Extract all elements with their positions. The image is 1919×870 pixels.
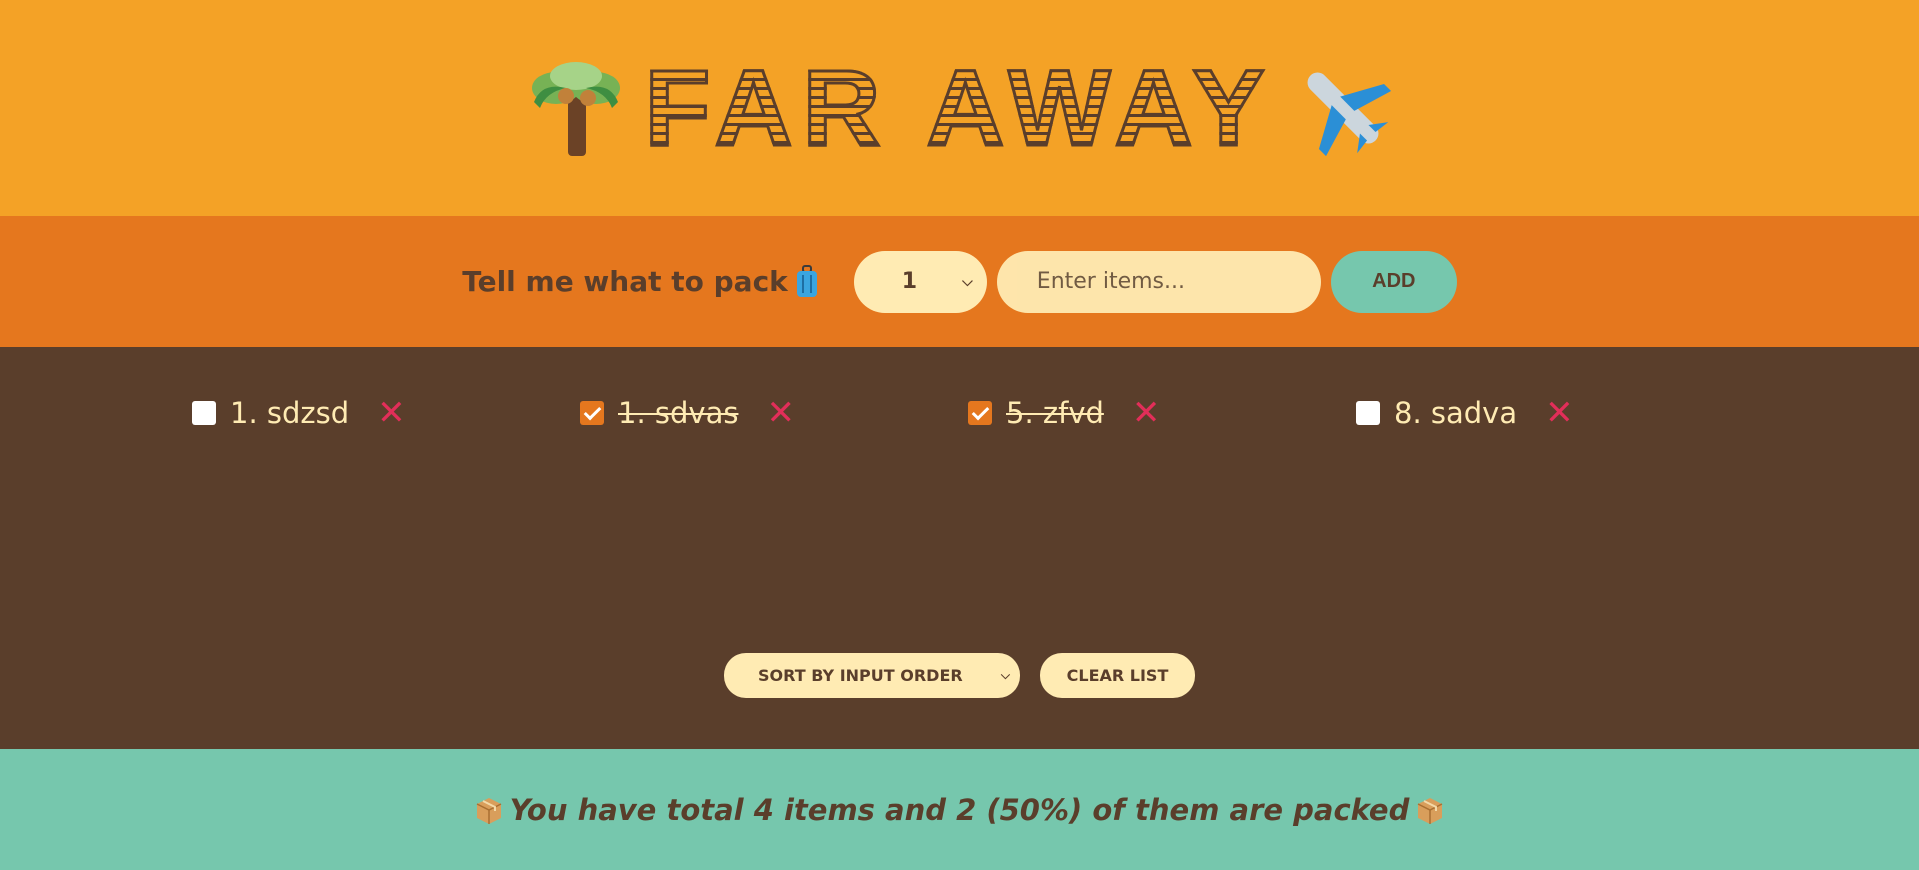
delete-icon[interactable]: ✕ [766, 396, 795, 430]
clear-list-button[interactable]: CLEAR LIST [1040, 653, 1195, 698]
chevron-down-icon: ⌵ [1000, 668, 1010, 682]
form-prompt: Tell me what to pack [462, 264, 818, 299]
add-item-form: Tell me what to pack 1 ⌵ Enter items... … [0, 216, 1919, 347]
stats-message: You have total 4 items and 2 (50%) of th… [474, 793, 1446, 827]
item-description-input[interactable]: Enter items... [996, 250, 1321, 313]
item-label: 5. zfvd [1006, 396, 1104, 430]
packed-checkbox[interactable] [580, 401, 604, 425]
packed-checkbox[interactable] [192, 401, 216, 425]
stats-text: You have total 4 items and 2 (50%) of th… [509, 792, 1410, 827]
quantity-select[interactable]: 1 ⌵ [853, 250, 987, 313]
quantity-value: 1 [901, 269, 918, 294]
item-label: 1. sdzsd [230, 396, 350, 430]
list-item: 8. sadva ✕ [1356, 396, 1574, 430]
delete-icon[interactable]: ✕ [1545, 396, 1574, 430]
delete-icon[interactable]: ✕ [1132, 396, 1161, 430]
app-title: FAR AWAY [643, 47, 1275, 168]
package-icon [476, 797, 501, 824]
form-prompt-text: Tell me what to pack [462, 265, 788, 298]
luggage-icon [796, 264, 817, 297]
palm-tree-icon [532, 62, 621, 156]
list-item: 1. sdzsd ✕ [192, 396, 406, 430]
packed-checkbox[interactable] [1356, 401, 1380, 425]
delete-icon[interactable]: ✕ [377, 396, 406, 430]
list-item: 5. zfvd ✕ [968, 396, 1160, 430]
add-button[interactable]: ADD [1330, 250, 1457, 313]
list-item: 1. sdvas ✕ [580, 396, 795, 430]
app-header: FAR AWAY [0, 0, 1919, 216]
sort-value: SORT BY INPUT ORDER [758, 666, 963, 685]
item-label: 1. sdvas [618, 396, 739, 430]
packed-checkbox[interactable] [968, 401, 992, 425]
list-actions: SORT BY INPUT ORDER ⌵ CLEAR LIST [0, 653, 1919, 698]
packing-list: 1. sdzsd ✕ 1. sdvas ✕ 5. zfvd ✕ 8. sadva… [0, 347, 1919, 749]
sort-select[interactable]: SORT BY INPUT ORDER ⌵ [724, 653, 1020, 698]
chevron-down-icon: ⌵ [962, 273, 973, 290]
stats-bar: You have total 4 items and 2 (50%) of th… [0, 749, 1919, 870]
airplane-icon [1307, 72, 1391, 157]
package-icon [1418, 797, 1443, 824]
item-input-placeholder: Enter items... [1036, 269, 1185, 294]
item-label: 8. sadva [1394, 396, 1518, 430]
